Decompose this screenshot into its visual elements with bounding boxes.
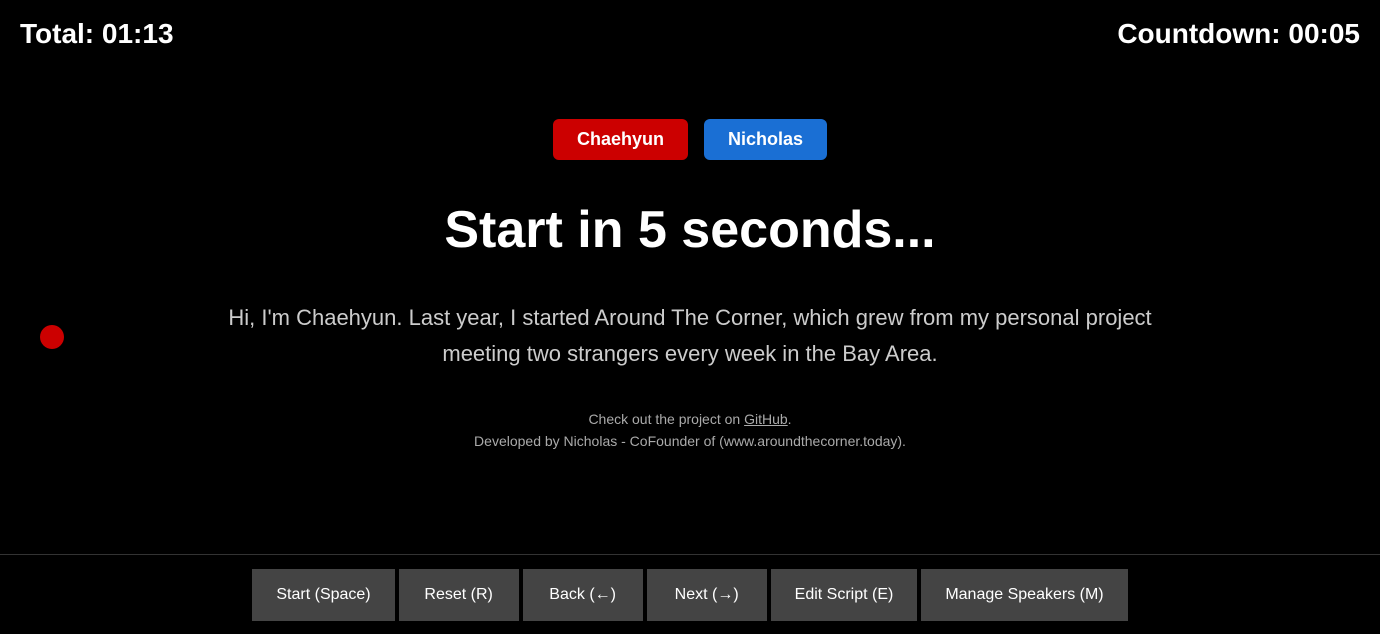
- countdown-text: Start in 5 seconds...: [444, 200, 935, 260]
- start-button[interactable]: Start (Space): [252, 569, 394, 621]
- speaker-badges: Chaehyun Nicholas: [553, 119, 827, 160]
- footer-line2: Developed by Nicholas - CoFounder of (ww…: [474, 433, 906, 449]
- manage-speakers-button[interactable]: Manage Speakers (M): [921, 569, 1127, 621]
- github-link[interactable]: GitHub: [744, 411, 788, 427]
- speaker-badge-chaehyun[interactable]: Chaehyun: [553, 119, 688, 160]
- main-content: Chaehyun Nicholas Start in 5 seconds... …: [0, 0, 1380, 554]
- footer-links: Check out the project on GitHub. Develop…: [474, 411, 906, 455]
- footer-line1-suffix: .: [788, 411, 792, 427]
- countdown-timer: Countdown: 00:05: [1117, 18, 1360, 50]
- next-button[interactable]: Next (→): [647, 569, 767, 621]
- script-text: Hi, I'm Chaehyun. Last year, I started A…: [190, 300, 1190, 370]
- speaker-badge-nicholas[interactable]: Nicholas: [704, 119, 827, 160]
- edit-script-button[interactable]: Edit Script (E): [771, 569, 918, 621]
- back-button[interactable]: Back (←): [523, 569, 643, 621]
- total-timer: Total: 01:13: [20, 18, 174, 50]
- recording-indicator: [40, 325, 64, 349]
- footer-line1-prefix: Check out the project on: [588, 411, 744, 427]
- bottom-toolbar: Start (Space) Reset (R) Back (←) Next (→…: [0, 554, 1380, 634]
- reset-button[interactable]: Reset (R): [399, 569, 519, 621]
- footer-line1: Check out the project on GitHub.: [474, 411, 906, 427]
